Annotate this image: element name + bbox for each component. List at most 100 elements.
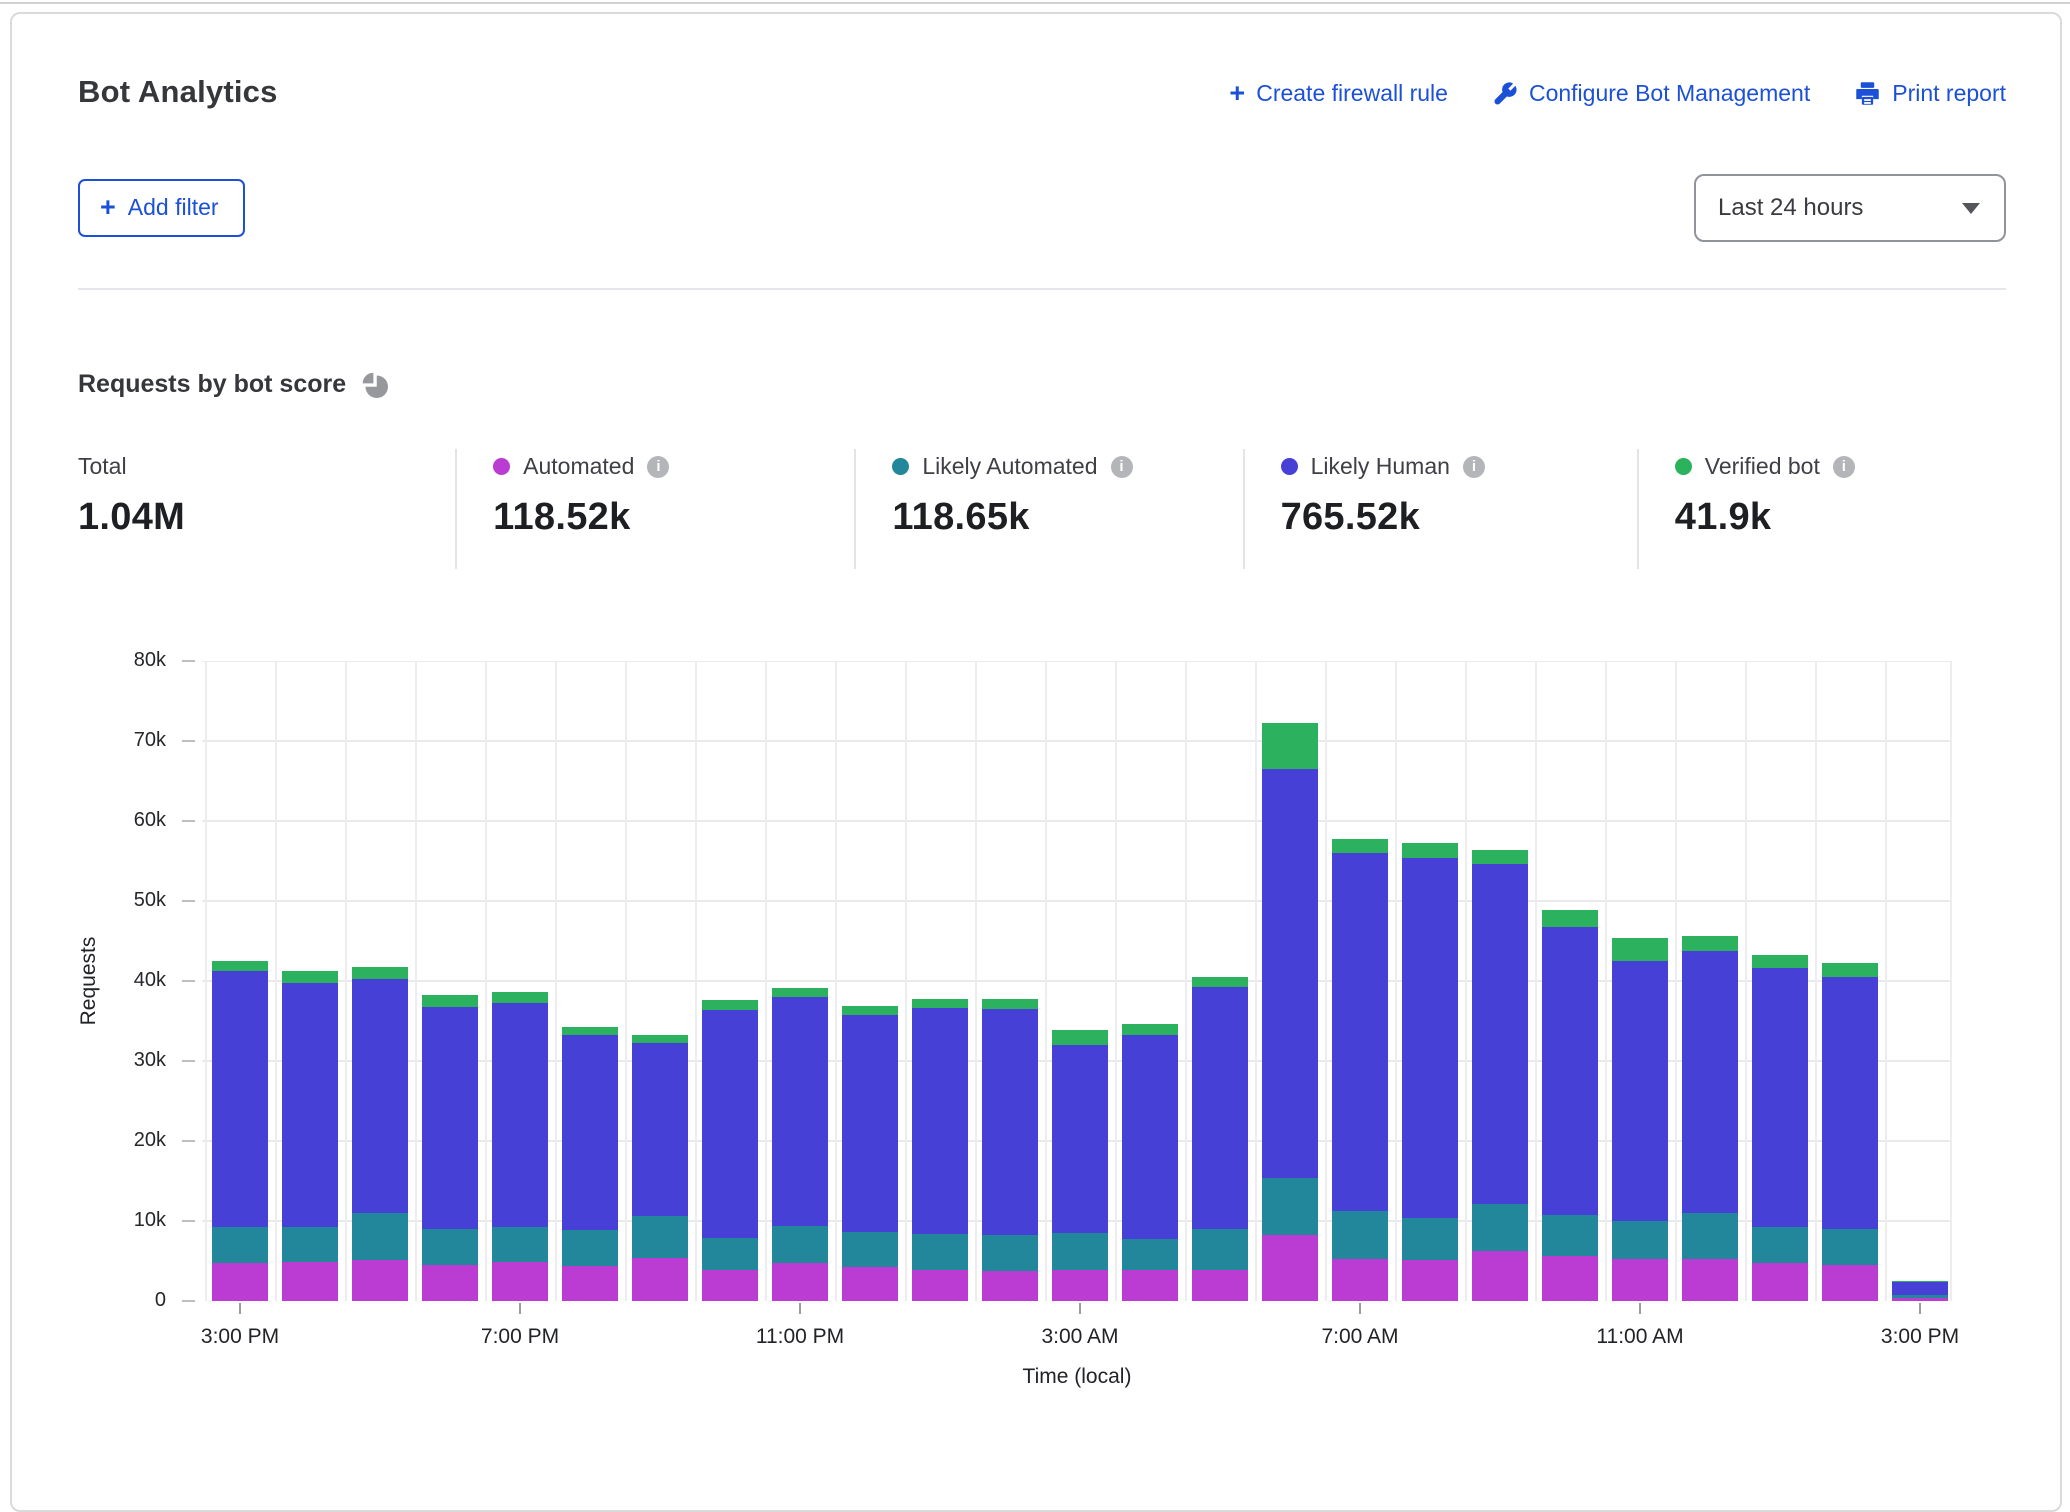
bar-segment-automated	[1682, 1259, 1738, 1301]
bar-segment-likely-human	[1612, 961, 1668, 1221]
section-title: Requests by bot score	[78, 370, 346, 399]
x-gridline	[1395, 661, 1397, 1301]
bar-segment-automated	[492, 1262, 548, 1301]
x-gridline	[1325, 661, 1327, 1301]
x-tick-label: 3:00 PM	[1850, 1325, 1990, 1349]
bar-segment-verified-bot	[1752, 955, 1808, 969]
bar	[1682, 936, 1738, 1301]
bar-segment-likely-human	[1822, 977, 1878, 1229]
bar-segment-verified-bot	[1332, 839, 1388, 853]
bar-segment-likely-human	[492, 1003, 548, 1226]
bar-segment-likely-automated	[1682, 1213, 1738, 1259]
bar-segment-automated	[1752, 1263, 1808, 1301]
x-gridline	[1745, 661, 1747, 1301]
bar	[1122, 1024, 1178, 1301]
y-tick-label: 30k	[94, 1049, 166, 1072]
configure-bot-management-link[interactable]: Configure Bot Management	[1492, 80, 1810, 107]
print-report-link[interactable]: Print report	[1854, 80, 2006, 107]
bar-segment-likely-automated	[1752, 1227, 1808, 1262]
bar-segment-likely-human	[1402, 858, 1458, 1218]
x-tick-label: 7:00 AM	[1290, 1325, 1430, 1349]
bar-segment-verified-bot	[1052, 1030, 1108, 1045]
y-tick-mark	[182, 1060, 195, 1062]
bar-segment-verified-bot	[702, 1000, 758, 1010]
bar	[212, 961, 268, 1301]
stat-verified-bot: Verified bot i 41.9k	[1637, 449, 2006, 569]
bar	[492, 992, 548, 1301]
stat-label: Likely Automated	[922, 453, 1097, 480]
stat-label: Likely Human	[1311, 453, 1450, 480]
bar-segment-automated	[1542, 1256, 1598, 1301]
x-tick-mark	[1359, 1303, 1361, 1314]
page-title: Bot Analytics	[78, 74, 278, 110]
y-gridline	[202, 820, 1952, 822]
x-gridline	[485, 661, 487, 1301]
bar-segment-likely-automated	[1052, 1233, 1108, 1270]
info-icon[interactable]: i	[1111, 456, 1133, 478]
bar-segment-likely-automated	[1612, 1221, 1668, 1259]
y-tick-label: 0	[94, 1289, 166, 1312]
stat-label: Verified bot	[1705, 453, 1820, 480]
bar-segment-automated	[1822, 1265, 1878, 1301]
x-gridline	[1115, 661, 1117, 1301]
page-top-border	[0, 2, 2070, 4]
bar-segment-likely-human	[562, 1035, 618, 1229]
bar	[1752, 955, 1808, 1301]
bar-segment-verified-bot	[1542, 910, 1598, 927]
x-gridline	[1045, 661, 1047, 1301]
info-icon[interactable]: i	[647, 456, 669, 478]
bar-segment-likely-human	[352, 979, 408, 1213]
bar-segment-automated	[562, 1266, 618, 1301]
bar	[1192, 977, 1248, 1301]
y-tick-label: 70k	[94, 729, 166, 752]
likely-human-legend-dot	[1281, 458, 1298, 475]
info-icon[interactable]: i	[1463, 456, 1485, 478]
y-tick-mark	[182, 900, 195, 902]
y-tick-label: 50k	[94, 889, 166, 912]
x-tick-mark	[519, 1303, 521, 1314]
x-gridline	[275, 661, 277, 1301]
y-tick-label: 80k	[94, 649, 166, 672]
bar-segment-automated	[212, 1263, 268, 1301]
x-tick-label: 3:00 AM	[1010, 1325, 1150, 1349]
bar-segment-likely-automated	[352, 1213, 408, 1260]
bar-segment-likely-automated	[562, 1230, 618, 1266]
bar-segment-automated	[1122, 1270, 1178, 1301]
bar-segment-verified-bot	[1472, 850, 1528, 864]
x-gridline	[905, 661, 907, 1301]
x-gridline	[1535, 661, 1537, 1301]
info-icon[interactable]: i	[1833, 456, 1855, 478]
x-gridline	[1885, 661, 1887, 1301]
stats-row: Total 1.04M Automated i 118.52k Likely A…	[78, 449, 2006, 569]
x-gridline	[625, 661, 627, 1301]
plus-icon: +	[100, 194, 116, 221]
bar-segment-automated	[1402, 1260, 1458, 1301]
bot-analytics-card: Bot Analytics + Create firewall rule Con…	[10, 12, 2062, 1512]
bar	[912, 999, 968, 1301]
bar-segment-likely-automated	[422, 1229, 478, 1265]
stat-value: 118.65k	[892, 496, 1242, 539]
bar-segment-verified-bot	[422, 995, 478, 1007]
time-range-select[interactable]: Last 24 hours	[1694, 174, 2006, 242]
bar-segment-likely-automated	[492, 1227, 548, 1262]
create-firewall-rule-link[interactable]: + Create firewall rule	[1229, 80, 1448, 107]
printer-icon	[1854, 80, 1881, 107]
bar-segment-verified-bot	[562, 1027, 618, 1035]
chevron-down-icon	[1962, 203, 1980, 214]
y-tick-mark	[182, 1220, 195, 1222]
bar	[1892, 1281, 1948, 1301]
add-filter-button[interactable]: + Add filter	[78, 179, 245, 237]
bar-segment-verified-bot	[1262, 723, 1318, 769]
bar-segment-likely-human	[1472, 864, 1528, 1204]
bar-segment-likely-automated	[1192, 1229, 1248, 1270]
bar-segment-likely-automated	[1122, 1239, 1178, 1269]
bar	[702, 1000, 758, 1301]
x-gridline	[1815, 661, 1817, 1301]
x-tick-mark	[1639, 1303, 1641, 1314]
bar-segment-likely-automated	[772, 1226, 828, 1264]
x-gridline	[1185, 661, 1187, 1301]
x-gridline	[695, 661, 697, 1301]
bar-segment-likely-human	[1052, 1045, 1108, 1233]
bar-segment-likely-human	[282, 983, 338, 1227]
bar-segment-likely-automated	[1332, 1211, 1388, 1259]
